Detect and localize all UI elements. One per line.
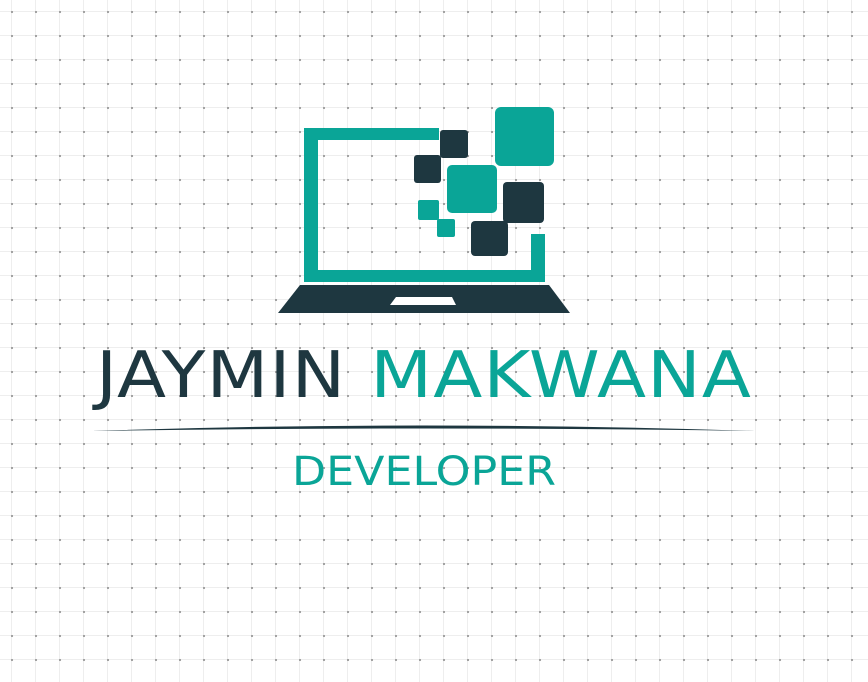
pixel-square-dark-top <box>440 130 468 158</box>
logo-name: JAYMIN MAKWANA <box>92 339 752 413</box>
pixel-square-dark-left <box>414 155 441 183</box>
laptop-pixel-icon <box>278 107 570 313</box>
logo-name-first: JAYMIN <box>92 339 347 413</box>
laptop-trackpad <box>390 297 456 305</box>
pixel-square-dark-bottom <box>471 221 508 256</box>
pixel-square-large-teal <box>495 107 554 166</box>
pixel-square-small-teal <box>418 200 439 220</box>
pixel-square-medium-teal <box>447 165 497 213</box>
pixel-square-dark-right <box>503 182 544 223</box>
logo-name-last: MAKWANA <box>370 339 752 413</box>
logo: JAYMIN MAKWANA DEVELOPER <box>92 107 756 495</box>
logo-swoosh-divider <box>92 425 756 431</box>
logo-subtitle: DEVELOPER <box>292 449 556 495</box>
pixel-square-tiny-teal <box>437 219 455 237</box>
